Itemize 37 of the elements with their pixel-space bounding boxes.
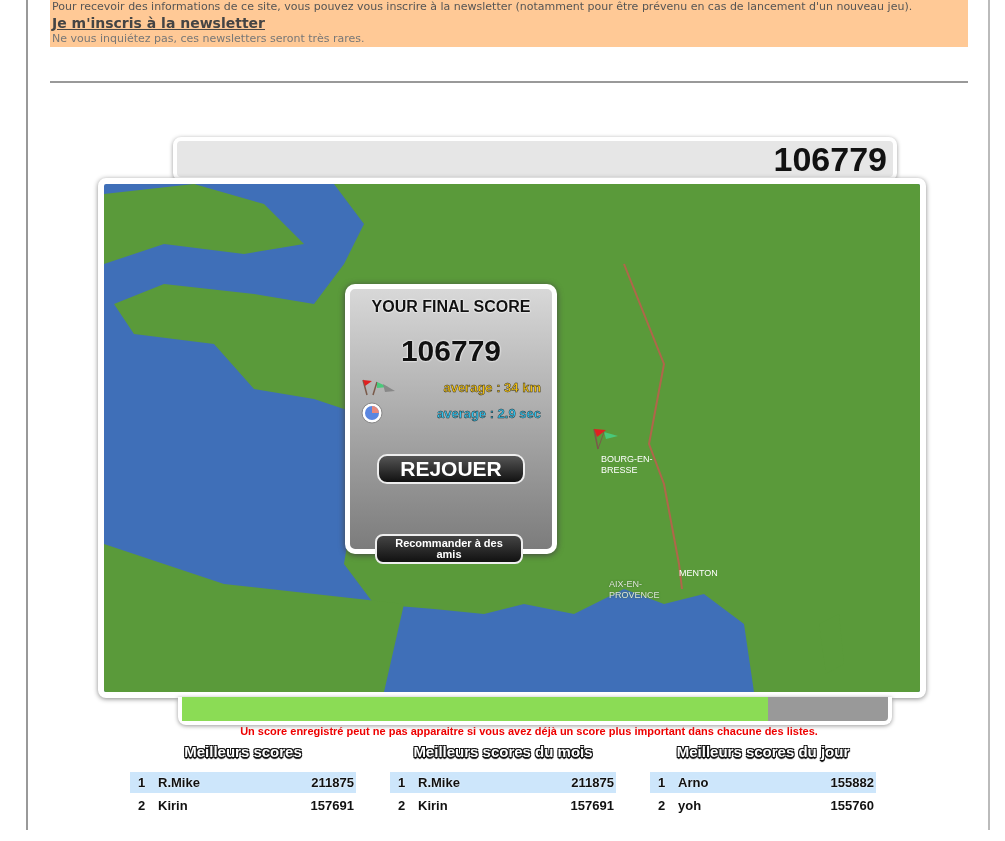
rank: 1 — [398, 775, 407, 790]
rank: 1 — [138, 775, 147, 790]
leaderboard-title: Meilleurs scores — [183, 743, 304, 760]
player-score: 157691 — [310, 798, 354, 813]
player-score: 211875 — [311, 775, 354, 790]
current-score: 106779 — [773, 139, 887, 179]
rank: 2 — [398, 798, 407, 813]
panel-title: YOUR FINAL SCORE — [371, 298, 531, 316]
player-name: yoh — [678, 798, 703, 813]
player-name: R.Mike — [418, 775, 461, 790]
player-score: 155882 — [830, 775, 874, 790]
newsletter-link[interactable]: Je m'inscris à la newsletter — [52, 15, 265, 32]
flags-icon — [592, 427, 618, 451]
rank: 1 — [658, 775, 667, 790]
clock-icon — [361, 402, 383, 424]
final-score: 106779 — [400, 334, 502, 368]
leaderboard-title: Meilleurs scores du mois — [412, 743, 594, 760]
newsletter-note: Ne vous inquiétez pas, ces newsletters seront très rares. — [52, 32, 366, 45]
rank: 2 — [658, 798, 667, 813]
notice-text: Un score enregistré peut ne pas apparaitre si vous avez déjà un score plus important dans chacune des listes. — [239, 725, 819, 737]
city-label: BOURG-EN-BRESSE — [601, 454, 654, 476]
player-score: 157691 — [570, 798, 614, 813]
newsletter-intro: Pour recevoir des informations de ce site, vous pouvez vous inscrire à la newsletter (notamment pour être prévenu en cas de lancement d'un nouveau jeu). — [52, 0, 914, 13]
city-label: MENTON — [679, 568, 719, 579]
average-distance: average : 34 km — [443, 379, 541, 395]
rank: 2 — [138, 798, 147, 813]
player-name: Kirin — [418, 798, 449, 813]
player-name: R.Mike — [158, 775, 201, 790]
average-time: average : 2.9 sec — [436, 405, 541, 421]
player-score: 211875 — [571, 775, 614, 790]
player-name: Arno — [678, 775, 710, 790]
player-name: Kirin — [158, 798, 189, 813]
recommend-button[interactable]: Recommander à des amis — [375, 534, 523, 564]
leaderboard-title: Meilleurs scores du jour — [675, 743, 851, 760]
flags-icon — [361, 378, 397, 396]
player-score: 155760 — [830, 798, 874, 813]
replay-button[interactable]: REJOUER — [377, 454, 525, 484]
